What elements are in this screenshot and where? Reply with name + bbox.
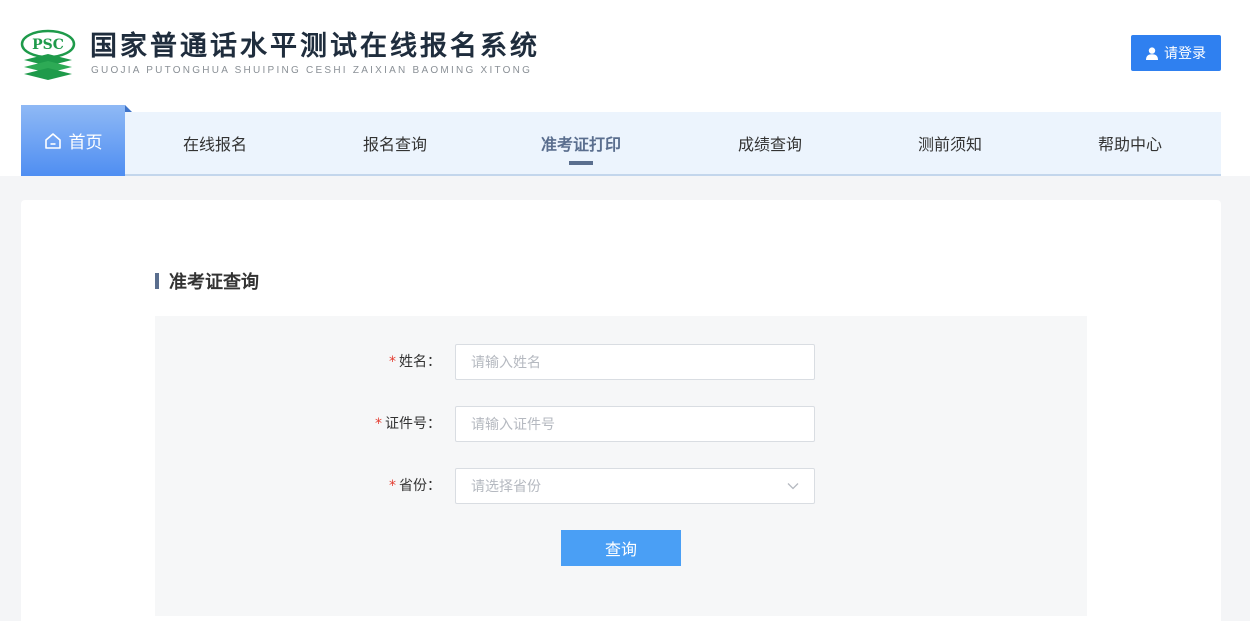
id-number-input[interactable]: 请输入证件号 bbox=[455, 406, 815, 442]
chevron-down-icon bbox=[787, 483, 799, 490]
tab-fold-decoration bbox=[125, 105, 132, 112]
login-button[interactable]: 请登录 bbox=[1131, 35, 1221, 71]
nav-item-help-center[interactable]: 帮助中心 bbox=[1040, 112, 1220, 174]
province-label-text: 省份： bbox=[399, 478, 441, 494]
province-select-placeholder: 请选择省份 bbox=[471, 479, 541, 495]
nav-item-test-notice[interactable]: 测前须知 bbox=[860, 112, 1040, 174]
nav-item-registration-query[interactable]: 报名查询 bbox=[305, 112, 485, 174]
required-mark: * bbox=[389, 354, 396, 370]
main-nav: 首页 在线报名 报名查询 准考证打印 成绩查询 测前须知 帮助中心 bbox=[21, 105, 1221, 176]
province-select[interactable]: 请选择省份 bbox=[455, 468, 815, 504]
province-row: * 省份： 请选择省份 bbox=[155, 468, 1087, 504]
province-label: * 省份： bbox=[389, 468, 441, 504]
name-input-placeholder: 请输入姓名 bbox=[471, 355, 541, 371]
section-title: 准考证查询 bbox=[155, 272, 259, 294]
site-subtitle: GUOJIA PUTONGHUA SHUIPING CESHI ZAIXIAN … bbox=[91, 65, 533, 76]
query-form: * 姓名： 请输入姓名 * 证件号： 请输入证件号 * 省份： 请选择省份 查询 bbox=[155, 316, 1087, 616]
name-row: * 姓名： 请输入姓名 bbox=[155, 344, 1087, 380]
user-icon bbox=[1146, 46, 1158, 60]
nav-item-online-registration[interactable]: 在线报名 bbox=[125, 112, 305, 174]
login-label: 请登录 bbox=[1164, 45, 1206, 61]
nav-item-admission-ticket-print[interactable]: 准考证打印 bbox=[491, 112, 671, 174]
id-number-label: * 证件号： bbox=[375, 406, 441, 442]
id-number-label-text: 证件号： bbox=[385, 416, 441, 432]
nav-home-label: 首页 bbox=[68, 133, 103, 153]
name-input[interactable]: 请输入姓名 bbox=[455, 344, 815, 380]
content-card: 准考证查询 * 姓名： 请输入姓名 * 证件号： 请输入证件号 * 省份： 请选择省份 bbox=[21, 200, 1221, 621]
id-number-input-placeholder: 请输入证件号 bbox=[471, 417, 555, 433]
query-button[interactable]: 查询 bbox=[561, 530, 681, 566]
home-icon bbox=[44, 132, 61, 149]
name-label-text: 姓名： bbox=[399, 354, 441, 370]
psc-logo[interactable]: PSC bbox=[20, 26, 78, 82]
required-mark: * bbox=[389, 478, 396, 494]
svg-text:PSC: PSC bbox=[32, 37, 64, 53]
id-number-row: * 证件号： 请输入证件号 bbox=[155, 406, 1087, 442]
required-mark: * bbox=[375, 416, 382, 432]
nav-home[interactable]: 首页 bbox=[21, 105, 132, 176]
nav-item-score-query[interactable]: 成绩查询 bbox=[680, 112, 860, 174]
name-label: * 姓名： bbox=[389, 344, 441, 380]
site-title: 国家普通话水平测试在线报名系统 bbox=[90, 31, 540, 62]
